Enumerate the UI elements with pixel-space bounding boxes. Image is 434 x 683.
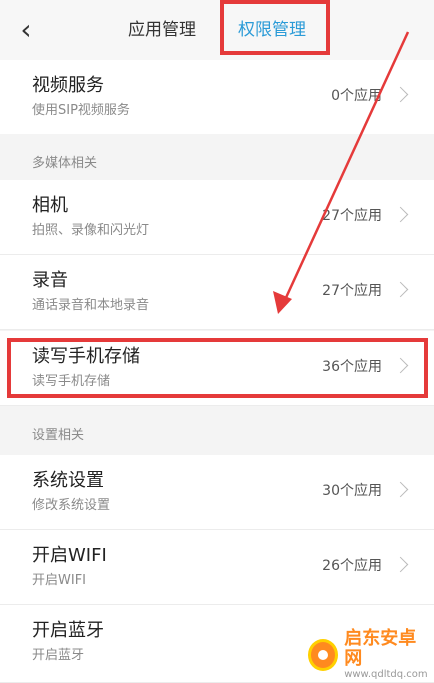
watermark-title: 启东安卓网 [344, 628, 417, 669]
chevron-right-icon [392, 481, 409, 498]
chevron-right-icon [392, 281, 409, 298]
item-count: 27个应用 [322, 283, 382, 299]
tab-app-management[interactable]: 应用管理 [128, 18, 196, 42]
item-count: 26个应用 [322, 558, 382, 574]
item-title: 开启WIFI [32, 545, 107, 566]
item-subtitle: 修改系统设置 [32, 498, 111, 513]
list-item-video-service[interactable]: 视频服务 使用SIP视频服务 0个应用 [0, 60, 434, 135]
chevron-left-icon[interactable]: ‹ [14, 16, 38, 44]
item-subtitle: 使用SIP视频服务 [32, 103, 130, 118]
list-item-record[interactable]: 录音 通话录音和本地录音 27个应用 [0, 255, 434, 330]
chevron-right-icon [392, 206, 409, 223]
list-item-wifi[interactable]: 开启WIFI 开启WIFI 26个应用 [0, 530, 434, 605]
item-subtitle: 开启蓝牙 [32, 648, 85, 663]
item-title: 系统设置 [32, 470, 104, 491]
watermark: 启东安卓网 www.qdltdq.com [308, 628, 428, 680]
annotation-box-tab [220, 0, 330, 55]
item-title: 录音 [32, 270, 68, 291]
list-item-system-settings[interactable]: 系统设置 修改系统设置 30个应用 [0, 455, 434, 530]
item-title: 视频服务 [32, 75, 104, 96]
chevron-right-icon [392, 556, 409, 573]
annotation-box-storage [7, 338, 428, 398]
item-subtitle: 开启WIFI [32, 573, 86, 588]
section-label: 设置相关 [32, 428, 85, 443]
watermark-logo-icon [308, 639, 339, 671]
item-subtitle: 拍照、录像和闪光灯 [32, 223, 150, 238]
top-bar: ‹ 应用管理 权限管理 [0, 0, 434, 61]
item-count: 27个应用 [322, 208, 382, 224]
list-item-camera[interactable]: 相机 拍照、录像和闪光灯 27个应用 [0, 180, 434, 255]
chevron-right-icon [392, 86, 409, 103]
item-title: 开启蓝牙 [32, 620, 104, 641]
section-header-settings: 设置相关 [0, 406, 434, 452]
watermark-url: www.qdltdq.com [344, 669, 428, 680]
item-count: 30个应用 [322, 483, 382, 499]
item-count: 0个应用 [331, 88, 382, 104]
section-header-multimedia: 多媒体相关 [0, 134, 434, 180]
item-subtitle: 通话录音和本地录音 [32, 298, 150, 313]
section-label: 多媒体相关 [32, 156, 98, 171]
item-title: 相机 [32, 195, 68, 216]
